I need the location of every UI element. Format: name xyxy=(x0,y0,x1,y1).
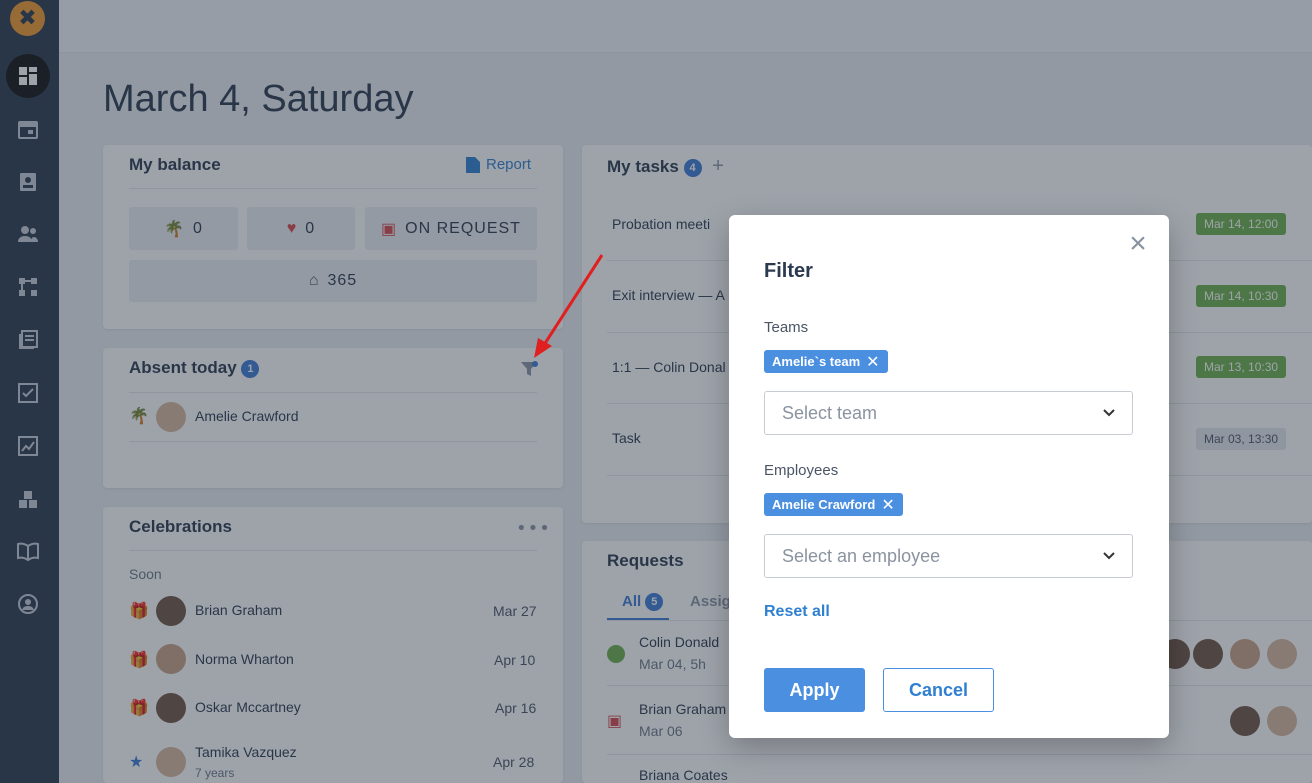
remove-chip-icon[interactable]: ✕ xyxy=(881,495,894,515)
team-chip-label: Amelie`s team xyxy=(772,354,861,369)
filter-modal: Filter × Teams Amelie`s team ✕ Select te… xyxy=(729,215,1169,738)
chevron-down-icon xyxy=(1103,552,1115,560)
close-icon[interactable]: × xyxy=(1125,229,1151,259)
modal-title: Filter xyxy=(764,260,813,282)
remove-chip-icon[interactable]: ✕ xyxy=(866,352,879,372)
employee-chip: Amelie Crawford ✕ xyxy=(764,493,903,516)
chevron-down-icon xyxy=(1103,409,1115,417)
employee-select-placeholder: Select an employee xyxy=(782,545,941,566)
annotation-arrow xyxy=(534,254,604,358)
employees-label: Employees xyxy=(764,462,839,479)
team-select-placeholder: Select team xyxy=(782,402,878,423)
employee-select[interactable]: Select an employee xyxy=(764,534,1133,578)
team-chip: Amelie`s team ✕ xyxy=(764,350,888,373)
employee-chip-label: Amelie Crawford xyxy=(772,497,876,512)
teams-label: Teams xyxy=(764,319,809,336)
team-select[interactable]: Select team xyxy=(764,391,1133,435)
reset-all-link[interactable]: Reset all xyxy=(764,603,830,621)
apply-button[interactable]: Apply xyxy=(764,668,865,712)
cancel-button[interactable]: Cancel xyxy=(883,668,994,712)
